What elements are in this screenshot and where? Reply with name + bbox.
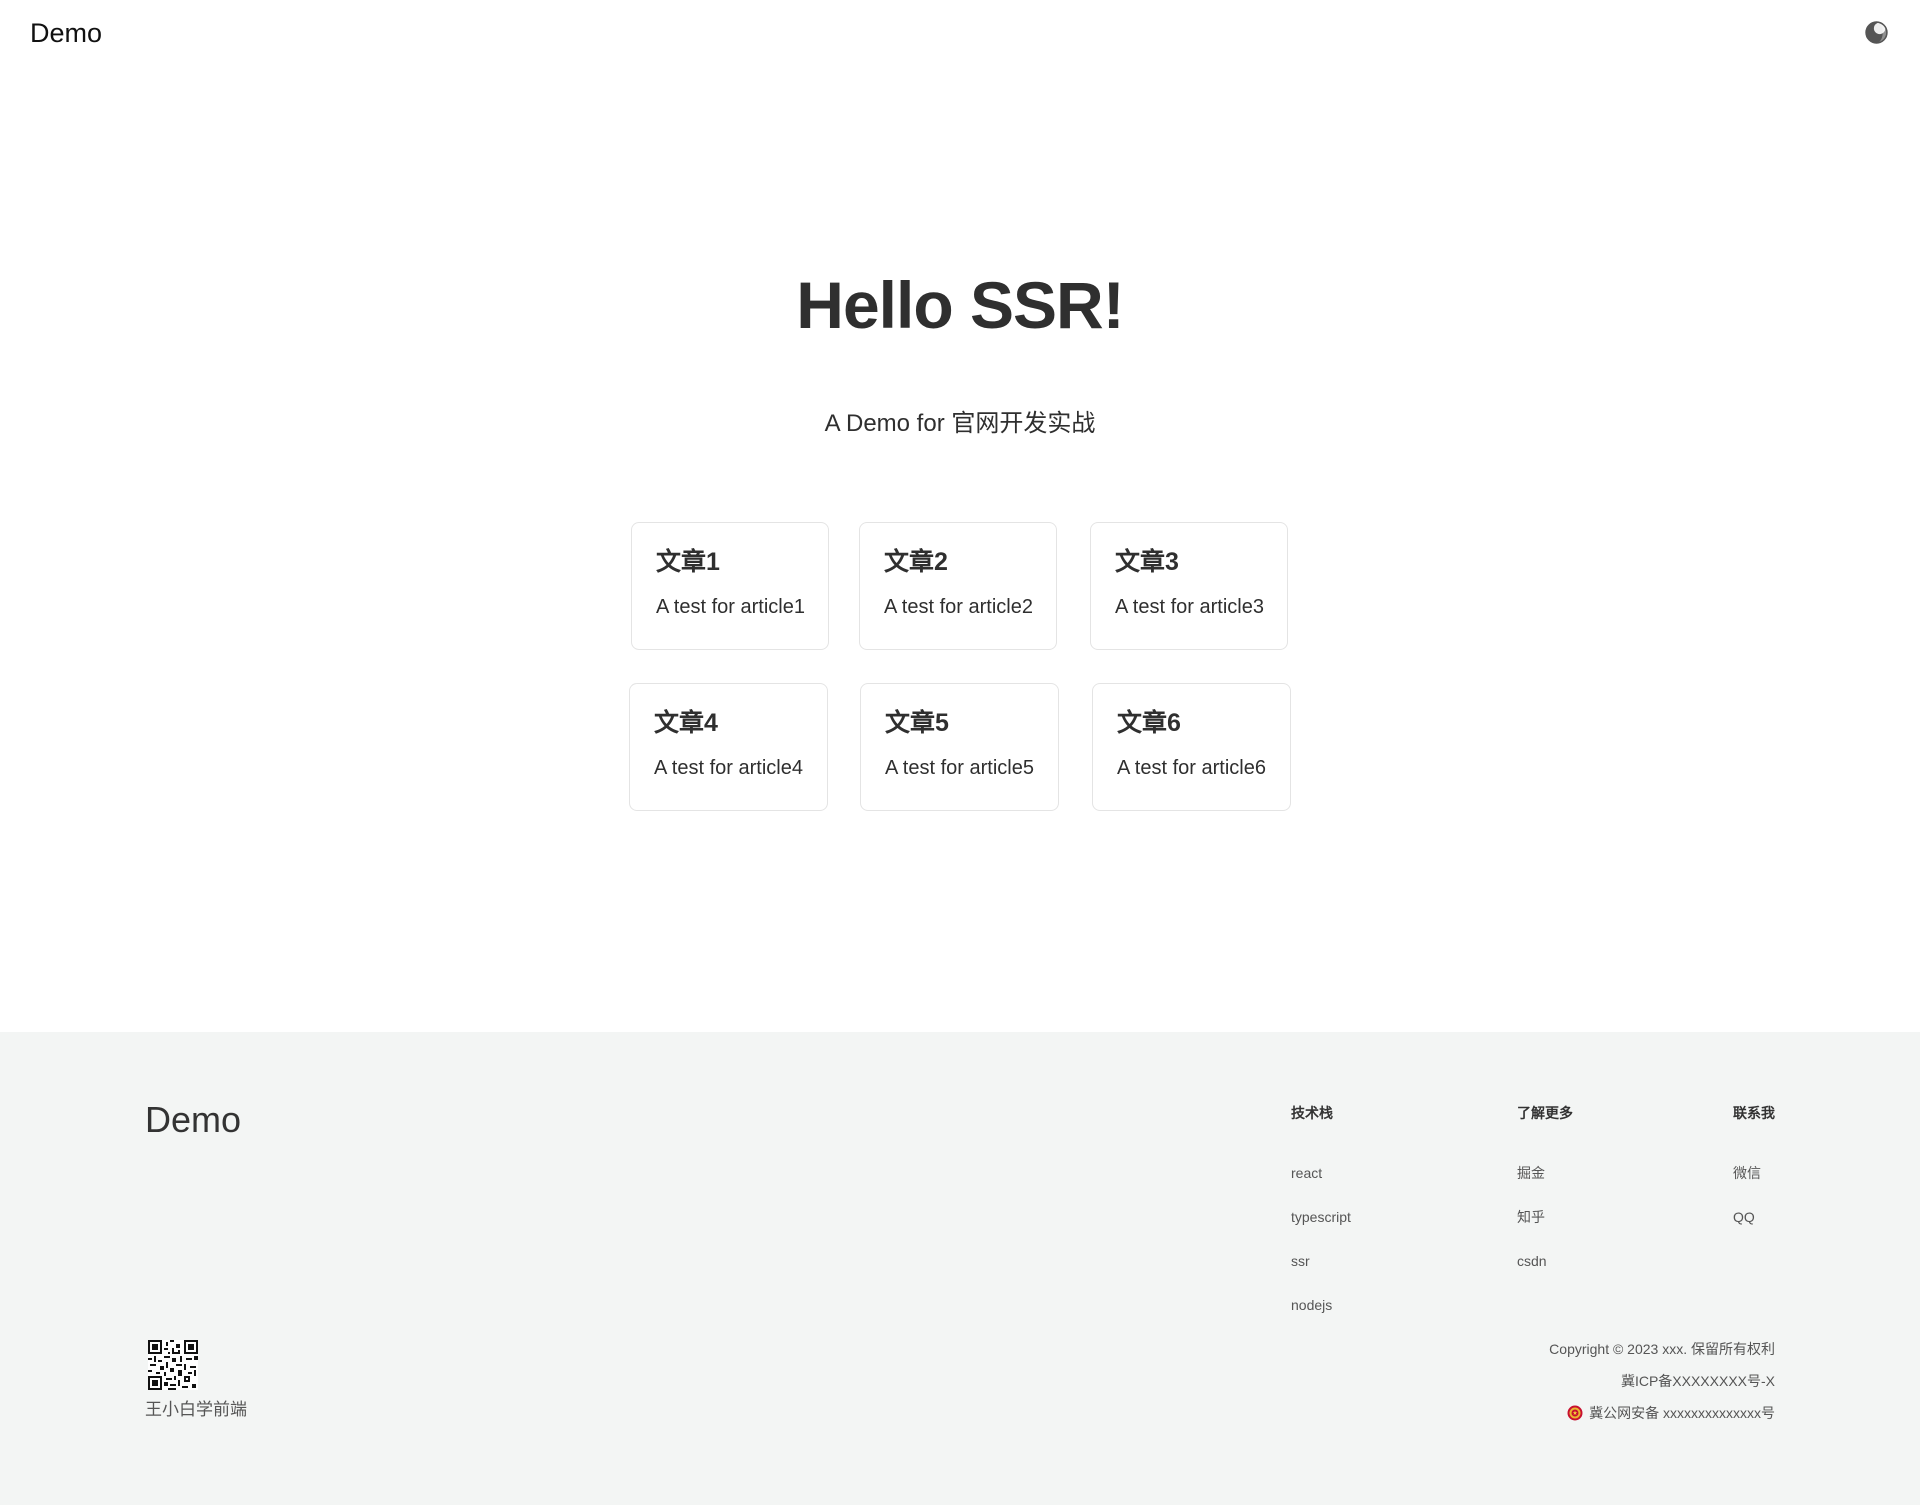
- footer-link[interactable]: nodejs: [1291, 1296, 1332, 1314]
- footer-link[interactable]: typescript: [1291, 1208, 1351, 1226]
- article-card-desc: A test for article3: [1115, 596, 1264, 618]
- footer-column-title: 了解更多: [1517, 1105, 1573, 1121]
- qr-code-label: 王小白学前端: [145, 1400, 247, 1419]
- article-card[interactable]: 文章2 A test for article2: [859, 522, 1057, 650]
- qr-code-image: [148, 1340, 198, 1390]
- article-card[interactable]: 文章3 A test for article3: [1090, 522, 1288, 650]
- article-card-desc: A test for article4: [654, 757, 803, 779]
- footer-column-title: 技术栈: [1291, 1105, 1333, 1121]
- page: Demo Hello SSR! A Demo for 官网开发实战 文章1 A …: [0, 0, 1920, 1505]
- article-card-title: 文章4: [654, 709, 718, 737]
- footer-link[interactable]: csdn: [1517, 1252, 1547, 1270]
- hero-subtitle: A Demo for 官网开发实战: [824, 410, 1096, 437]
- footer-column-title: 联系我: [1733, 1105, 1775, 1121]
- theme-toggle-button[interactable]: [1864, 20, 1889, 45]
- article-card-title: 文章1: [656, 548, 720, 576]
- article-card[interactable]: 文章6 A test for article6: [1092, 683, 1291, 811]
- article-card-title: 文章2: [884, 548, 948, 576]
- hero-title: Hello SSR!: [796, 268, 1124, 342]
- police-badge-icon: [1567, 1405, 1583, 1421]
- footer-link[interactable]: react: [1291, 1164, 1322, 1182]
- police-record-link[interactable]: 冀公网安备 xxxxxxxxxxxxxx号: [1567, 1404, 1775, 1422]
- article-card-title: 文章6: [1117, 709, 1181, 737]
- footer-link[interactable]: 知乎: [1517, 1208, 1545, 1226]
- article-card-desc: A test for article6: [1117, 757, 1266, 779]
- article-card-title: 文章3: [1115, 548, 1179, 576]
- moon-half-icon: [1865, 21, 1888, 44]
- article-card[interactable]: 文章1 A test for article1: [631, 522, 829, 650]
- article-card-title: 文章5: [885, 709, 949, 737]
- icp-link[interactable]: 冀ICP备XXXXXXXX号-X: [1621, 1372, 1775, 1390]
- footer-link[interactable]: 微信: [1733, 1164, 1761, 1182]
- copyright-text: Copyright © 2023 xxx. 保留所有权利: [1549, 1341, 1775, 1357]
- header-brand-link[interactable]: Demo: [30, 15, 102, 51]
- article-card-desc: A test for article1: [656, 596, 805, 618]
- footer-brand: Demo: [145, 1099, 242, 1140]
- article-card[interactable]: 文章5 A test for article5: [860, 683, 1059, 811]
- site-header: Demo: [0, 0, 1920, 66]
- footer-link[interactable]: 掘金: [1517, 1164, 1545, 1182]
- article-card-desc: A test for article5: [885, 757, 1034, 779]
- police-record-text: 冀公网安备 xxxxxxxxxxxxxx号: [1589, 1405, 1775, 1421]
- footer-link[interactable]: ssr: [1291, 1252, 1310, 1270]
- article-card[interactable]: 文章4 A test for article4: [629, 683, 828, 811]
- site-footer: Demo 技术栈 react typescript ssr nodejs 了解更…: [0, 1032, 1920, 1505]
- footer-link[interactable]: QQ: [1733, 1208, 1755, 1226]
- article-card-desc: A test for article2: [884, 596, 1033, 618]
